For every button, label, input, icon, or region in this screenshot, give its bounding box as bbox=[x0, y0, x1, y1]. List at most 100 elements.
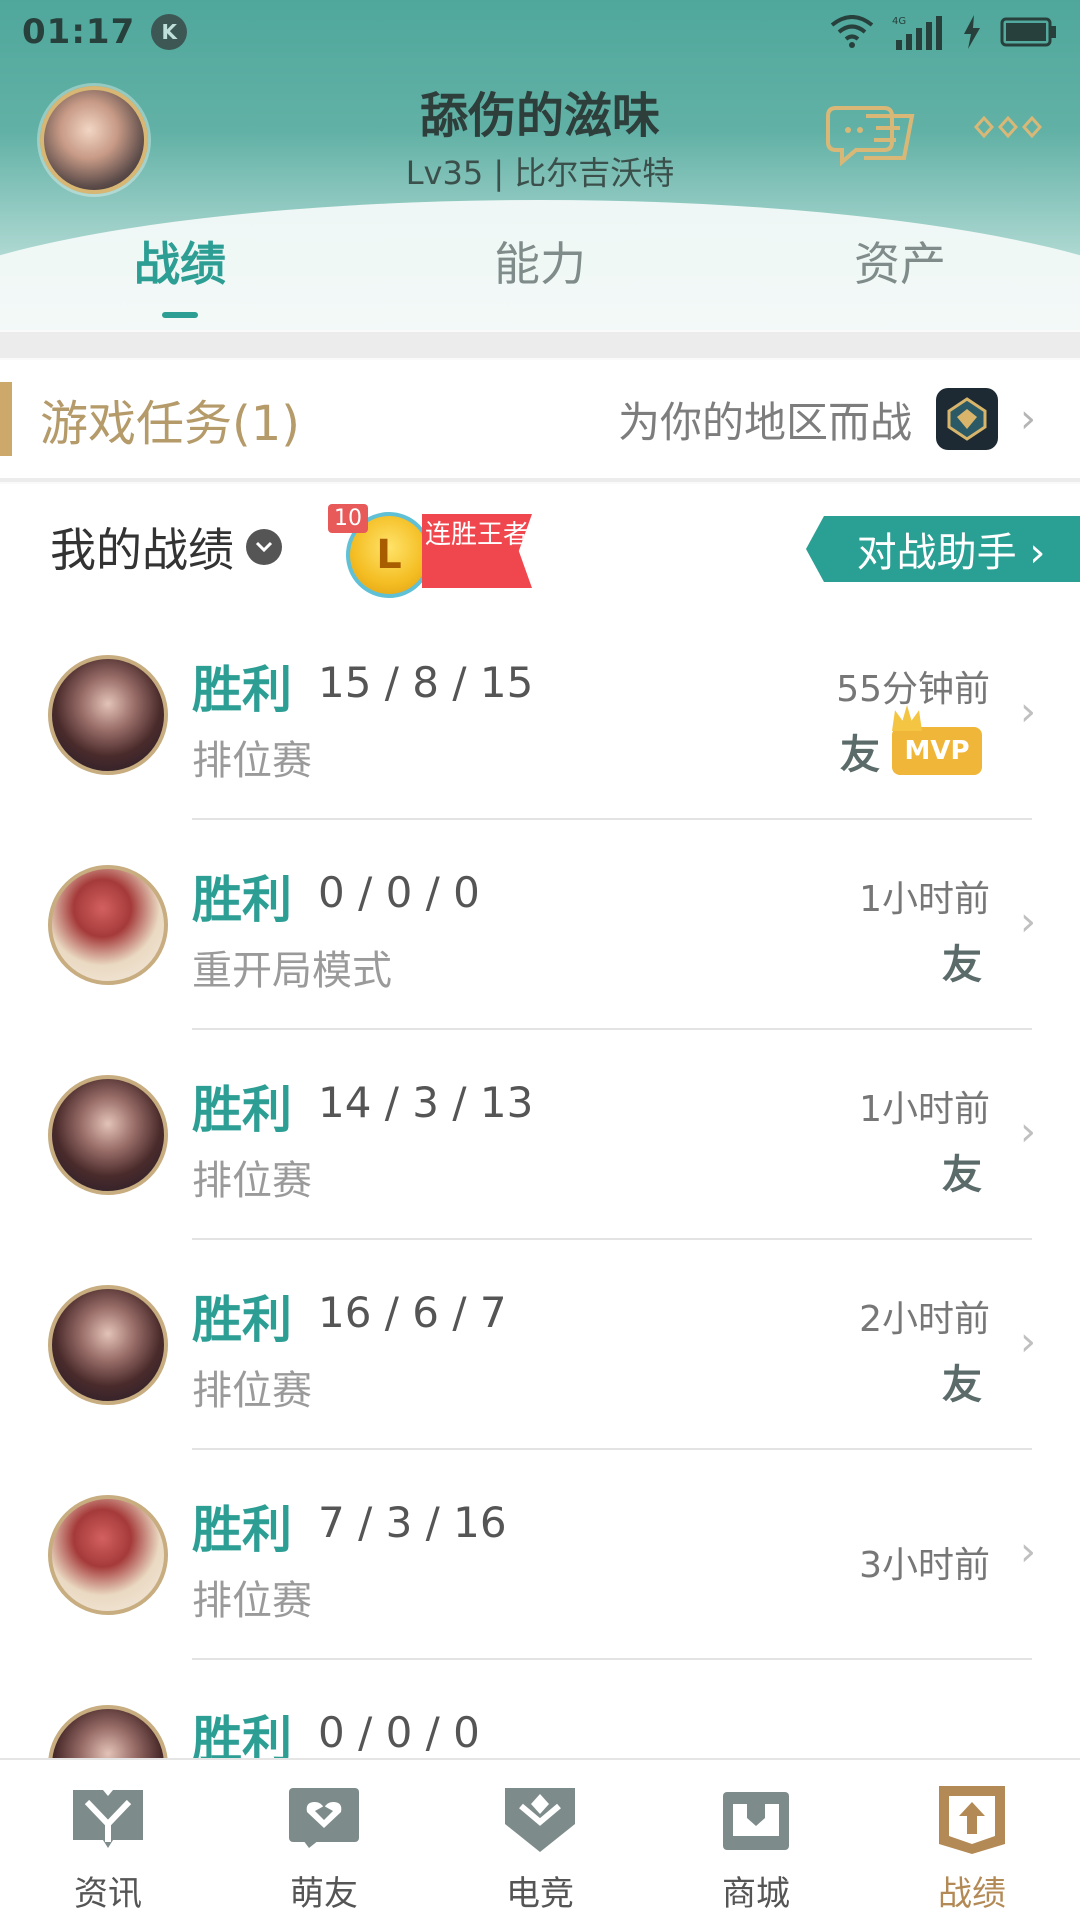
nav-item-friends[interactable]: 萌友 bbox=[216, 1760, 432, 1920]
friend-badge: 友 bbox=[942, 1152, 982, 1198]
battery-icon bbox=[1000, 17, 1056, 47]
match-time: 3小时前 bbox=[859, 1545, 990, 1586]
nav-item-shop[interactable]: 商城 bbox=[648, 1760, 864, 1920]
svg-text:4G: 4G bbox=[892, 16, 906, 27]
chest-icon bbox=[723, 1792, 789, 1850]
match-mode: 排位赛 bbox=[192, 1158, 312, 1204]
k-app-icon: K bbox=[151, 14, 188, 50]
chevron-right-icon: › bbox=[1020, 899, 1036, 945]
profile-header: 01:17 K 4G 舔伤的滋味 Lv35 | 比尔吉沃特 战绩 能力 资产 bbox=[0, 0, 1080, 330]
chevron-right-icon: › bbox=[1020, 1529, 1036, 1575]
match-kda: 15 / 8 / 15 bbox=[318, 658, 534, 707]
tab-ability[interactable]: 能力 bbox=[360, 222, 720, 318]
signal-4g-icon: 4G bbox=[892, 16, 942, 50]
tab-assets[interactable]: 资产 bbox=[720, 222, 1080, 318]
shield-icon bbox=[505, 1788, 575, 1852]
banner-icon bbox=[939, 1786, 1005, 1854]
streak-count: 10 bbox=[328, 504, 368, 533]
match-list: 胜利 15 / 8 / 15 排位赛 55分钟前 友 MVP › 胜利 0 / … bbox=[0, 610, 1080, 1870]
match-mode: 排位赛 bbox=[192, 1368, 312, 1414]
book-icon bbox=[73, 1790, 143, 1848]
match-kda: 0 / 0 / 0 bbox=[318, 1708, 480, 1757]
match-result: 胜利 bbox=[192, 661, 292, 719]
match-result: 胜利 bbox=[192, 871, 292, 929]
match-kda: 7 / 3 / 16 bbox=[318, 1498, 507, 1547]
nav-label-esports: 电竞 bbox=[506, 1874, 574, 1914]
mission-accent-bar bbox=[0, 382, 12, 456]
profile-tabs: 战绩 能力 资产 bbox=[0, 222, 1080, 318]
chevron-right-icon: › bbox=[1020, 396, 1036, 442]
hero-avatar bbox=[48, 655, 168, 775]
nav-item-records[interactable]: 战绩 bbox=[864, 1760, 1080, 1920]
mvp-badge: MVP bbox=[892, 705, 982, 775]
nav-label-shop: 商城 bbox=[722, 1874, 790, 1914]
profile-level-region: Lv35 | 比尔吉沃特 bbox=[405, 154, 675, 192]
my-records-header: 我的战绩 L 连胜王者 10 对战助手 › bbox=[0, 484, 1080, 610]
mission-title: 游戏任务(1) bbox=[40, 396, 300, 452]
more-icon[interactable] bbox=[974, 116, 1042, 138]
match-badges: 友 bbox=[942, 1352, 982, 1410]
charging-icon bbox=[964, 15, 980, 49]
status-bar: 01:17 K 4G bbox=[0, 0, 1080, 64]
hero-avatar bbox=[48, 1285, 168, 1405]
hero-avatar bbox=[48, 865, 168, 985]
match-time: 55分钟前 bbox=[836, 669, 990, 710]
match-row[interactable]: 胜利 7 / 3 / 16 排位赛 3小时前 › bbox=[0, 1450, 1080, 1660]
mission-subtitle: 为你的地区而战 bbox=[617, 397, 912, 447]
hero-avatar bbox=[48, 1495, 168, 1615]
bottom-nav: 资讯 萌友 电竞 商城 战绩 bbox=[0, 1758, 1080, 1920]
match-badges: 友 bbox=[942, 1142, 982, 1200]
match-mode: 重开局模式 bbox=[192, 948, 392, 994]
nav-label-news: 资讯 bbox=[74, 1874, 142, 1914]
tab-records[interactable]: 战绩 bbox=[0, 222, 360, 318]
match-row[interactable]: 胜利 16 / 6 / 7 排位赛 2小时前 友 › bbox=[0, 1240, 1080, 1450]
match-kda: 16 / 6 / 7 bbox=[318, 1288, 507, 1337]
streak-ribbon: 连胜王者 bbox=[422, 514, 532, 588]
match-badges: 友 bbox=[942, 932, 982, 990]
mvp-label: MVP bbox=[904, 736, 970, 766]
status-icons: 4G bbox=[830, 14, 1058, 50]
match-mode: 排位赛 bbox=[192, 1578, 312, 1624]
match-row[interactable]: 胜利 0 / 0 / 0 重开局模式 1小时前 友 › bbox=[0, 820, 1080, 1030]
hero-avatar bbox=[48, 1075, 168, 1195]
nav-label-friends: 萌友 bbox=[290, 1874, 358, 1914]
nav-item-news[interactable]: 资讯 bbox=[0, 1760, 216, 1920]
nav-label-records: 战绩 bbox=[938, 1874, 1006, 1914]
game-mission-bar[interactable]: 游戏任务(1) 为你的地区而战 › bbox=[0, 360, 1080, 478]
tab-assets-label: 资产 bbox=[854, 237, 946, 291]
heart-chat-icon bbox=[289, 1788, 359, 1848]
mission-right: 为你的地区而战 › bbox=[618, 388, 1080, 450]
match-badges: 友 MVP bbox=[840, 705, 982, 780]
battle-assistant-button[interactable]: 对战助手 › bbox=[806, 516, 1080, 582]
match-time: 1小时前 bbox=[859, 1089, 990, 1130]
friend-badge: 友 bbox=[942, 1362, 982, 1408]
match-time: 2小时前 bbox=[859, 1299, 990, 1340]
active-tab-indicator bbox=[162, 312, 198, 318]
chevron-right-icon: › bbox=[1020, 1319, 1036, 1365]
match-time: 1小时前 bbox=[859, 879, 990, 920]
profile-name: 舔伤的滋味 bbox=[419, 88, 660, 144]
friend-badge: 友 bbox=[942, 942, 982, 988]
match-row[interactable]: 胜利 15 / 8 / 15 排位赛 55分钟前 友 MVP › bbox=[0, 610, 1080, 820]
match-kda: 14 / 3 / 13 bbox=[318, 1078, 534, 1127]
match-row[interactable]: 胜利 14 / 3 / 13 排位赛 1小时前 友 › bbox=[0, 1030, 1080, 1240]
chevron-right-icon: › bbox=[1020, 689, 1036, 735]
app-root: 01:17 K 4G 舔伤的滋味 Lv35 | 比尔吉沃特 战绩 能力 资产 游… bbox=[0, 0, 1080, 1920]
my-records-title: 我的战绩 bbox=[50, 523, 234, 577]
win-streak-badge[interactable]: L 连胜王者 10 bbox=[328, 504, 534, 598]
match-result: 胜利 bbox=[192, 1501, 292, 1559]
tab-ability-label: 能力 bbox=[494, 237, 586, 291]
tab-records-label: 战绩 bbox=[134, 237, 226, 291]
match-result: 胜利 bbox=[192, 1291, 292, 1349]
chevron-down-icon[interactable] bbox=[246, 529, 282, 565]
message-icon[interactable] bbox=[826, 100, 918, 170]
region-icon bbox=[936, 388, 998, 450]
nav-item-esports[interactable]: 电竞 bbox=[432, 1760, 648, 1920]
chevron-right-icon: › bbox=[1020, 1109, 1036, 1155]
wifi-icon bbox=[830, 15, 874, 48]
match-kda: 0 / 0 / 0 bbox=[318, 868, 480, 917]
match-result: 胜利 bbox=[192, 1081, 292, 1139]
friend-badge: 友 bbox=[840, 732, 880, 778]
match-mode: 排位赛 bbox=[192, 738, 312, 784]
section-divider bbox=[0, 478, 1080, 482]
